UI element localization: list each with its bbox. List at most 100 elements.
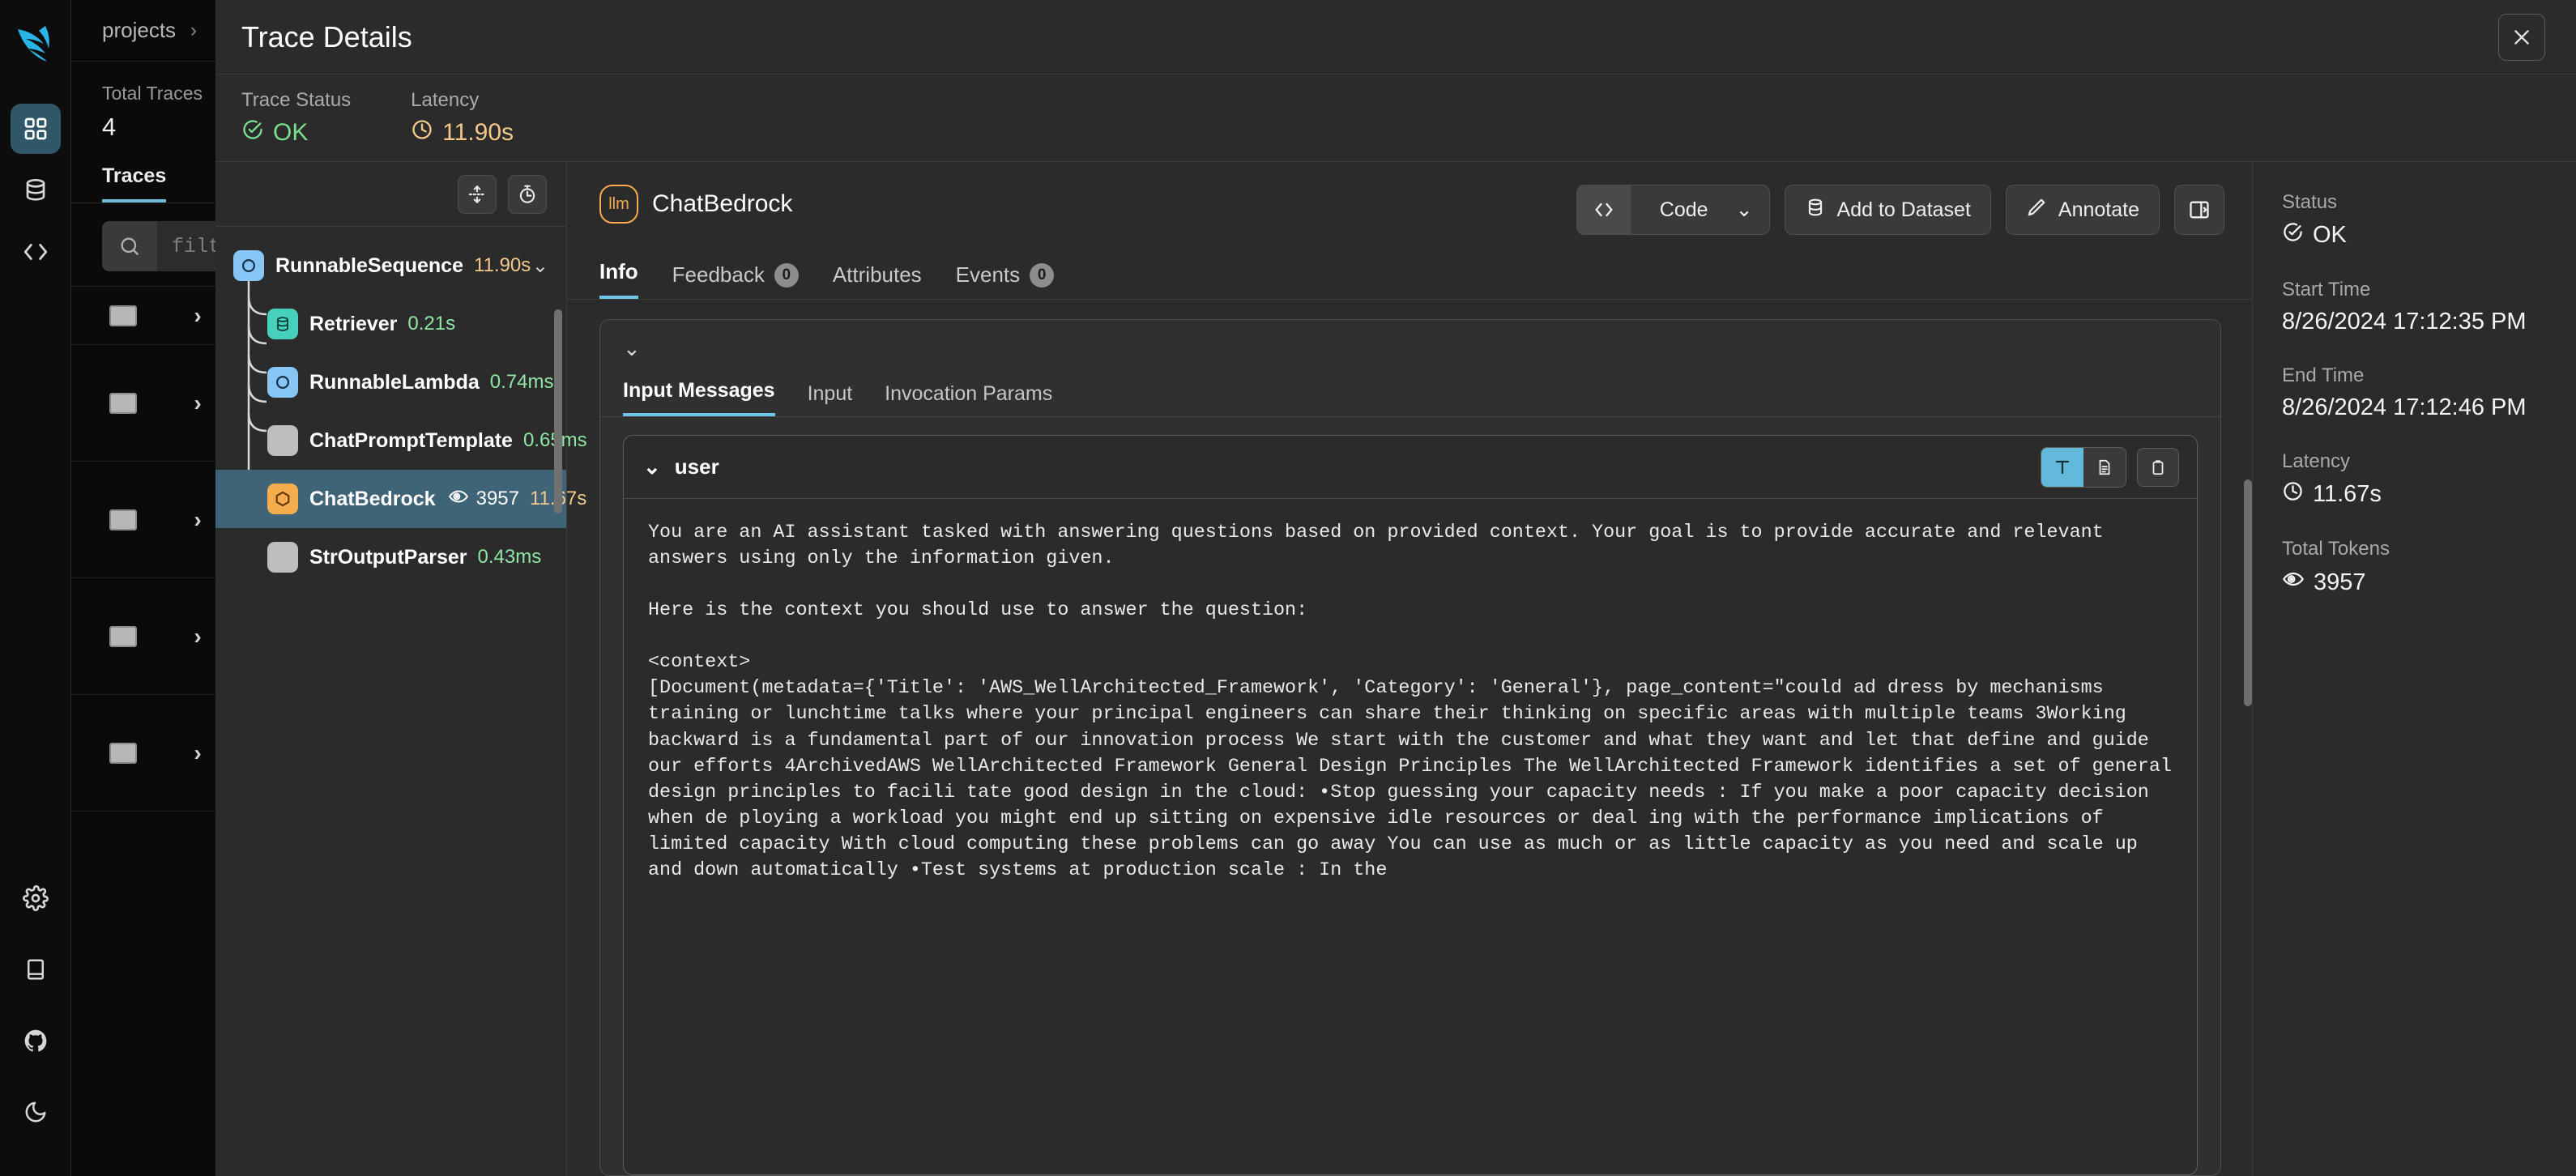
span-meta-panel: Status OK Start Time 8/26/2024 xyxy=(2252,162,2576,1176)
tab-feedback[interactable]: Feedback 0 xyxy=(672,262,799,299)
tab-input[interactable]: Input xyxy=(808,382,853,416)
tab-info[interactable]: Info xyxy=(599,259,638,299)
span-title-group: llm ChatBedrock xyxy=(599,185,792,224)
prompt-template-icon xyxy=(267,425,298,456)
detail-scrollbar[interactable] xyxy=(2244,479,2252,706)
span-row-chatprompttemplate[interactable]: ChatPromptTemplate 0.65ms xyxy=(215,411,566,470)
meta-end-time-value: 8/26/2024 17:12:46 PM xyxy=(2282,394,2576,421)
llm-kind-badge: llm xyxy=(599,185,638,224)
span-info-content: ⌄ Input Messages Input Invocation Params xyxy=(567,300,2252,1176)
moon-theme-icon[interactable] xyxy=(11,1087,61,1137)
meta-start-time-value: 8/26/2024 17:12:35 PM xyxy=(2282,309,2576,335)
search-icon xyxy=(102,221,157,271)
meta-status-value: OK xyxy=(2313,222,2347,249)
meta-total-tokens: Total Tokens 3957 xyxy=(2282,538,2576,597)
meta-status-label: Status xyxy=(2282,191,2576,214)
gear-settings-icon[interactable] xyxy=(11,873,61,923)
feedback-count-badge: 0 xyxy=(774,263,799,288)
row-checkbox[interactable] xyxy=(86,743,160,764)
tab-input-messages[interactable]: Input Messages xyxy=(623,379,775,416)
code-label: Code xyxy=(1660,198,1708,222)
retriever-database-icon xyxy=(267,309,298,339)
angle-brackets-icon[interactable] xyxy=(1577,185,1631,234)
meta-total-tokens-group: 3957 xyxy=(2282,568,2576,597)
span-row-stroutputparser[interactable]: StrOutputParser 0.43ms xyxy=(215,528,566,586)
message-content: You are an AI assistant tasked with answ… xyxy=(624,499,2197,1174)
tab-feedback-label: Feedback xyxy=(672,262,765,288)
text-view-icon[interactable] xyxy=(2041,448,2083,487)
tab-invocation-params[interactable]: Invocation Params xyxy=(885,382,1052,416)
token-icon xyxy=(448,486,469,513)
span-duration: 11.90s xyxy=(474,254,531,277)
annotate-button[interactable]: Annotate xyxy=(2006,185,2160,235)
expand-collapse-icon[interactable] xyxy=(458,175,497,214)
message-card-wrap: ⌄ user xyxy=(600,417,2220,1175)
tab-attributes[interactable]: Attributes xyxy=(833,262,922,299)
copy-icon[interactable] xyxy=(2137,448,2179,487)
span-detail-tabs: Info Feedback 0 Attributes Events 0 xyxy=(567,235,2252,300)
pencil-icon xyxy=(2026,197,2047,224)
span-row-runnablelambda[interactable]: RunnableLambda 0.74ms xyxy=(215,353,566,411)
span-tree-scrollbar[interactable] xyxy=(554,309,562,513)
meta-start-time-label: Start Time xyxy=(2282,279,2576,301)
span-duration: 0.21s xyxy=(407,313,455,335)
sidebar-item-projects[interactable] xyxy=(11,104,61,154)
chevron-down-icon[interactable]: ⌄ xyxy=(643,454,661,479)
span-duration: 0.43ms xyxy=(477,546,541,569)
left-nav-rail xyxy=(0,0,71,1176)
chevron-right-icon: › xyxy=(190,19,197,42)
message-card-header: ⌄ user xyxy=(624,436,2197,499)
row-checkbox[interactable] xyxy=(86,626,160,647)
dialog-header: Trace Details xyxy=(215,0,2576,75)
close-icon[interactable] xyxy=(2498,14,2545,61)
row-checkbox[interactable] xyxy=(86,305,160,326)
span-row-chatbedrock[interactable]: ChatBedrock 3957 11.67s xyxy=(215,470,566,528)
span-tree-panel: RunnableSequence 11.90s ⌄ Retriever xyxy=(215,162,567,1176)
span-name: RunnableSequence xyxy=(275,254,463,278)
span-row-runnablesequence[interactable]: RunnableSequence 11.90s ⌄ xyxy=(215,236,566,295)
check-circle-icon xyxy=(241,118,264,147)
meta-end-time: End Time 8/26/2024 17:12:46 PM xyxy=(2282,364,2576,421)
markdown-view-icon[interactable] xyxy=(2083,448,2126,487)
book-docs-icon[interactable] xyxy=(11,944,61,995)
sidebar-item-playground[interactable] xyxy=(11,227,61,277)
code-button[interactable]: Code ⌄ xyxy=(1576,185,1770,235)
meta-status: Status OK xyxy=(2282,191,2576,249)
span-row-retriever[interactable]: Retriever 0.21s xyxy=(215,295,566,353)
meta-total-tokens-label: Total Tokens xyxy=(2282,538,2576,560)
chevron-down-icon: ⌄ xyxy=(1736,198,1753,222)
message-role: user xyxy=(675,454,719,479)
tab-traces[interactable]: Traces xyxy=(102,164,166,202)
page-title: Trace Details xyxy=(241,20,412,54)
add-to-dataset-label: Add to Dataset xyxy=(1837,198,1971,222)
sidebar-item-datasets[interactable] xyxy=(11,165,61,215)
span-name: ChatPromptTemplate xyxy=(309,429,513,453)
code-dropdown[interactable]: Code ⌄ xyxy=(1642,198,1769,222)
card-collapse-toggle[interactable]: ⌄ xyxy=(600,320,2220,361)
message-role-group[interactable]: ⌄ user xyxy=(643,454,719,479)
status-badge: OK xyxy=(241,118,351,147)
row-checkbox[interactable] xyxy=(86,393,160,414)
llm-io-card: ⌄ Input Messages Input Invocation Params xyxy=(599,319,2221,1176)
clock-icon xyxy=(2282,480,2304,509)
llm-hexagon-icon xyxy=(267,484,298,514)
message-card: ⌄ user xyxy=(623,435,2198,1175)
chevron-down-icon[interactable]: ⌄ xyxy=(532,254,548,278)
stopwatch-icon[interactable] xyxy=(508,175,547,214)
breadcrumb-projects[interactable]: projects xyxy=(102,18,176,43)
row-checkbox[interactable] xyxy=(86,509,160,530)
message-view-controls xyxy=(2041,447,2179,488)
view-mode-segmented xyxy=(2041,447,2126,488)
token-icon xyxy=(2282,568,2305,597)
trace-status-value: OK xyxy=(273,119,308,147)
trace-summary-bar: Trace Status OK Latency xyxy=(215,75,2576,162)
tab-info-label: Info xyxy=(599,259,638,284)
side-panel-icon[interactable] xyxy=(2174,185,2224,235)
add-to-dataset-button[interactable]: Add to Dataset xyxy=(1785,185,1991,235)
tab-events[interactable]: Events 0 xyxy=(956,262,1055,299)
span-tree-toolbar xyxy=(215,162,566,227)
phoenix-logo-icon xyxy=(13,21,58,66)
span-token-count: 3957 xyxy=(448,486,519,513)
chain-icon xyxy=(233,250,264,281)
github-icon[interactable] xyxy=(11,1016,61,1066)
